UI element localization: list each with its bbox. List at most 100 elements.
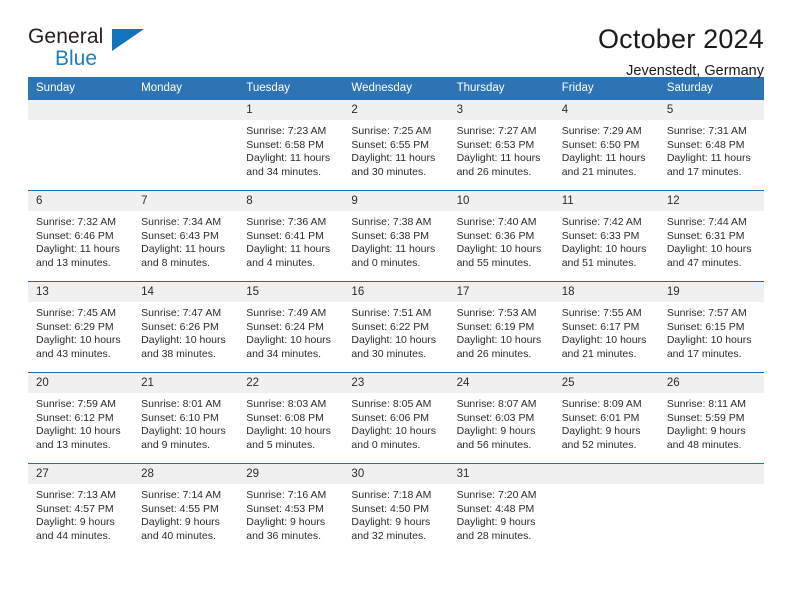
calendar-day-cell[interactable]: 16 Sunrise: 7:51 AM Sunset: 6:22 PM Dayligh… <box>343 281 449 373</box>
weekday-header-tuesday: Tuesday <box>238 77 344 100</box>
day-details: Sunrise: 7:57 AM Sunset: 6:15 PM Daylight:… <box>659 302 764 361</box>
day-number: 3 <box>448 100 554 120</box>
day-number: 13 <box>28 282 134 302</box>
sunrise-text: Sunrise: 7:23 AM <box>246 125 327 137</box>
day-details: Sunrise: 7:59 AM Sunset: 6:12 PM Daylight:… <box>28 393 133 452</box>
day-number: 19 <box>658 282 764 302</box>
calendar-day-cell[interactable]: 23 Sunrise: 8:05 AM Sunset: 6:06 PM Dayligh… <box>343 372 449 464</box>
calendar-day-cell[interactable]: 10 Sunrise: 7:40 AM Sunset: 6:36 PM Dayligh… <box>448 190 554 282</box>
calendar-day-cell[interactable]: 25 Sunrise: 8:09 AM Sunset: 6:01 PM Dayligh… <box>553 372 659 464</box>
day-details: Sunrise: 7:44 AM Sunset: 6:31 PM Daylight:… <box>659 211 764 270</box>
weekday-header-wednesday: Wednesday <box>343 77 449 100</box>
daylight-text-line2: and 17 minutes. <box>666 165 742 178</box>
calendar-day-cell[interactable]: 28 Sunrise: 7:14 AM Sunset: 4:55 PM Dayligh… <box>133 463 239 554</box>
calendar-day-cell[interactable]: 15 Sunrise: 7:49 AM Sunset: 6:24 PM Dayligh… <box>238 281 344 373</box>
calendar-day-cell[interactable]: 24 Sunrise: 8:07 AM Sunset: 6:03 PM Dayligh… <box>448 372 554 464</box>
sunset-text: Sunset: 6:55 PM <box>351 138 430 151</box>
daylight-text-line2: and 56 minutes. <box>456 438 532 451</box>
day-number: 4 <box>553 100 659 120</box>
calendar-day-cell[interactable]: 9 Sunrise: 7:38 AM Sunset: 6:38 PM Daylight… <box>343 190 449 282</box>
calendar-cell-empty <box>28 100 134 191</box>
calendar-day-cell[interactable]: 4 Sunrise: 7:29 AM Sunset: 6:50 PM Daylight… <box>553 100 659 191</box>
calendar-day-cell[interactable]: 26 Sunrise: 8:11 AM Sunset: 5:59 PM Dayligh… <box>658 372 764 464</box>
day-details: Sunrise: 8:05 AM Sunset: 6:06 PM Daylight:… <box>343 393 448 452</box>
day-details: Sunrise: 7:13 AM Sunset: 4:57 PM Daylight:… <box>28 484 133 543</box>
calendar-page: General Blue October 2024 Jevenstedt, Ge… <box>0 0 792 612</box>
daylight-text-line1: Daylight: 11 hours <box>351 243 436 256</box>
day-details: Sunrise: 7:55 AM Sunset: 6:17 PM Daylight:… <box>554 302 659 361</box>
weekday-header-friday: Friday <box>553 77 659 100</box>
page-title: October 2024 <box>597 24 764 54</box>
day-details: Sunrise: 7:14 AM Sunset: 4:55 PM Daylight:… <box>133 484 238 543</box>
daylight-text-line1: Daylight: 9 hours <box>456 516 536 529</box>
calendar-week-row: 13 Sunrise: 7:45 AM Sunset: 6:29 PM Dayligh… <box>28 281 764 373</box>
day-details: Sunrise: 8:11 AM Sunset: 5:59 PM Daylight:… <box>659 393 764 452</box>
daylight-text-line1: Daylight: 11 hours <box>561 152 646 165</box>
brand-logo[interactable]: General Blue <box>28 26 148 69</box>
calendar-day-cell[interactable]: 12 Sunrise: 7:44 AM Sunset: 6:31 PM Dayligh… <box>658 190 764 282</box>
weekday-header-saturday: Saturday <box>658 77 764 100</box>
day-details: Sunrise: 8:03 AM Sunset: 6:08 PM Daylight:… <box>238 393 343 452</box>
daylight-text-line1: Daylight: 10 hours <box>36 334 121 347</box>
calendar-day-cell[interactable]: 29 Sunrise: 7:16 AM Sunset: 4:53 PM Dayligh… <box>238 463 344 554</box>
calendar-day-cell[interactable]: 31 Sunrise: 7:20 AM Sunset: 4:48 PM Dayligh… <box>448 463 554 554</box>
calendar-body: 1 Sunrise: 7:23 AM Sunset: 6:58 PM Daylight… <box>28 100 764 554</box>
day-details: Sunrise: 8:09 AM Sunset: 6:01 PM Daylight:… <box>554 393 659 452</box>
sunrise-text: Sunrise: 8:09 AM <box>561 398 642 410</box>
calendar-day-cell[interactable]: 14 Sunrise: 7:47 AM Sunset: 6:26 PM Dayligh… <box>133 281 239 373</box>
sunset-text: Sunset: 4:50 PM <box>351 502 430 515</box>
sunrise-text: Sunrise: 7:20 AM <box>456 489 537 501</box>
sunset-text: Sunset: 6:01 PM <box>561 411 640 424</box>
day-number <box>658 464 764 484</box>
sunset-text: Sunset: 6:38 PM <box>351 229 430 242</box>
daylight-text-line2: and 48 minutes. <box>666 438 742 451</box>
calendar-day-cell[interactable]: 30 Sunrise: 7:18 AM Sunset: 4:50 PM Dayligh… <box>343 463 449 554</box>
sunset-text: Sunset: 6:46 PM <box>36 229 114 242</box>
sunrise-text: Sunrise: 7:44 AM <box>666 216 747 228</box>
daylight-text-line1: Daylight: 10 hours <box>351 334 437 347</box>
calendar-day-cell[interactable]: 8 Sunrise: 7:36 AM Sunset: 6:41 PM Daylight… <box>238 190 344 282</box>
calendar-cell-empty <box>133 100 239 191</box>
calendar-day-cell[interactable]: 1 Sunrise: 7:23 AM Sunset: 6:58 PM Daylight… <box>238 100 344 191</box>
day-details: Sunrise: 7:45 AM Sunset: 6:29 PM Daylight:… <box>28 302 133 361</box>
day-number: 5 <box>658 100 764 120</box>
calendar-day-cell[interactable]: 21 Sunrise: 8:01 AM Sunset: 6:10 PM Dayligh… <box>133 372 239 464</box>
weekday-header-monday: Monday <box>133 77 239 100</box>
sunset-text: Sunset: 6:24 PM <box>246 320 324 333</box>
sunrise-text: Sunrise: 7:16 AM <box>246 489 327 501</box>
daylight-text-line2: and 21 minutes. <box>561 347 637 360</box>
sunrise-text: Sunrise: 7:55 AM <box>561 307 642 319</box>
day-details: Sunrise: 7:29 AM Sunset: 6:50 PM Daylight:… <box>554 120 659 179</box>
sunrise-text: Sunrise: 7:34 AM <box>141 216 222 228</box>
calendar-day-cell[interactable]: 3 Sunrise: 7:27 AM Sunset: 6:53 PM Daylight… <box>448 100 554 191</box>
day-details: Sunrise: 7:16 AM Sunset: 4:53 PM Daylight:… <box>238 484 343 543</box>
sunrise-text: Sunrise: 7:38 AM <box>351 216 432 228</box>
day-details: Sunrise: 8:07 AM Sunset: 6:03 PM Daylight:… <box>449 393 554 452</box>
calendar-day-cell[interactable]: 19 Sunrise: 7:57 AM Sunset: 6:15 PM Dayligh… <box>658 281 764 373</box>
day-number: 30 <box>343 464 449 484</box>
day-details: Sunrise: 7:27 AM Sunset: 6:53 PM Daylight:… <box>449 120 554 179</box>
daylight-text-line1: Daylight: 10 hours <box>36 425 121 438</box>
brand-name-general: General <box>28 25 104 48</box>
day-number: 9 <box>343 191 449 211</box>
day-number: 20 <box>28 373 134 393</box>
daylight-text-line1: Daylight: 10 hours <box>456 243 542 256</box>
calendar-day-cell[interactable]: 5 Sunrise: 7:31 AM Sunset: 6:48 PM Daylight… <box>658 100 764 191</box>
calendar-day-cell[interactable]: 2 Sunrise: 7:25 AM Sunset: 6:55 PM Daylight… <box>343 100 449 191</box>
calendar-day-cell[interactable]: 20 Sunrise: 7:59 AM Sunset: 6:12 PM Dayligh… <box>28 372 134 464</box>
daylight-text-line1: Daylight: 9 hours <box>456 425 536 438</box>
calendar-day-cell[interactable]: 13 Sunrise: 7:45 AM Sunset: 6:29 PM Dayligh… <box>28 281 134 373</box>
calendar-day-cell[interactable]: 27 Sunrise: 7:13 AM Sunset: 4:57 PM Dayligh… <box>28 463 134 554</box>
calendar-day-cell[interactable]: 7 Sunrise: 7:34 AM Sunset: 6:43 PM Daylight… <box>133 190 239 282</box>
calendar-day-cell[interactable]: 17 Sunrise: 7:53 AM Sunset: 6:19 PM Dayligh… <box>448 281 554 373</box>
sunset-text: Sunset: 6:31 PM <box>666 229 745 242</box>
sunset-text: Sunset: 6:50 PM <box>561 138 640 151</box>
calendar-day-cell[interactable]: 11 Sunrise: 7:42 AM Sunset: 6:33 PM Dayligh… <box>553 190 659 282</box>
calendar-day-cell[interactable]: 22 Sunrise: 8:03 AM Sunset: 6:08 PM Dayligh… <box>238 372 344 464</box>
calendar-week-row: 20 Sunrise: 7:59 AM Sunset: 6:12 PM Dayligh… <box>28 372 764 464</box>
daylight-text-line1: Daylight: 9 hours <box>561 425 641 438</box>
sunset-text: Sunset: 6:36 PM <box>456 229 535 242</box>
calendar-day-cell[interactable]: 6 Sunrise: 7:32 AM Sunset: 6:46 PM Daylight… <box>28 190 134 282</box>
daylight-text-line2: and 47 minutes. <box>666 256 742 269</box>
calendar-day-cell[interactable]: 18 Sunrise: 7:55 AM Sunset: 6:17 PM Dayligh… <box>553 281 659 373</box>
